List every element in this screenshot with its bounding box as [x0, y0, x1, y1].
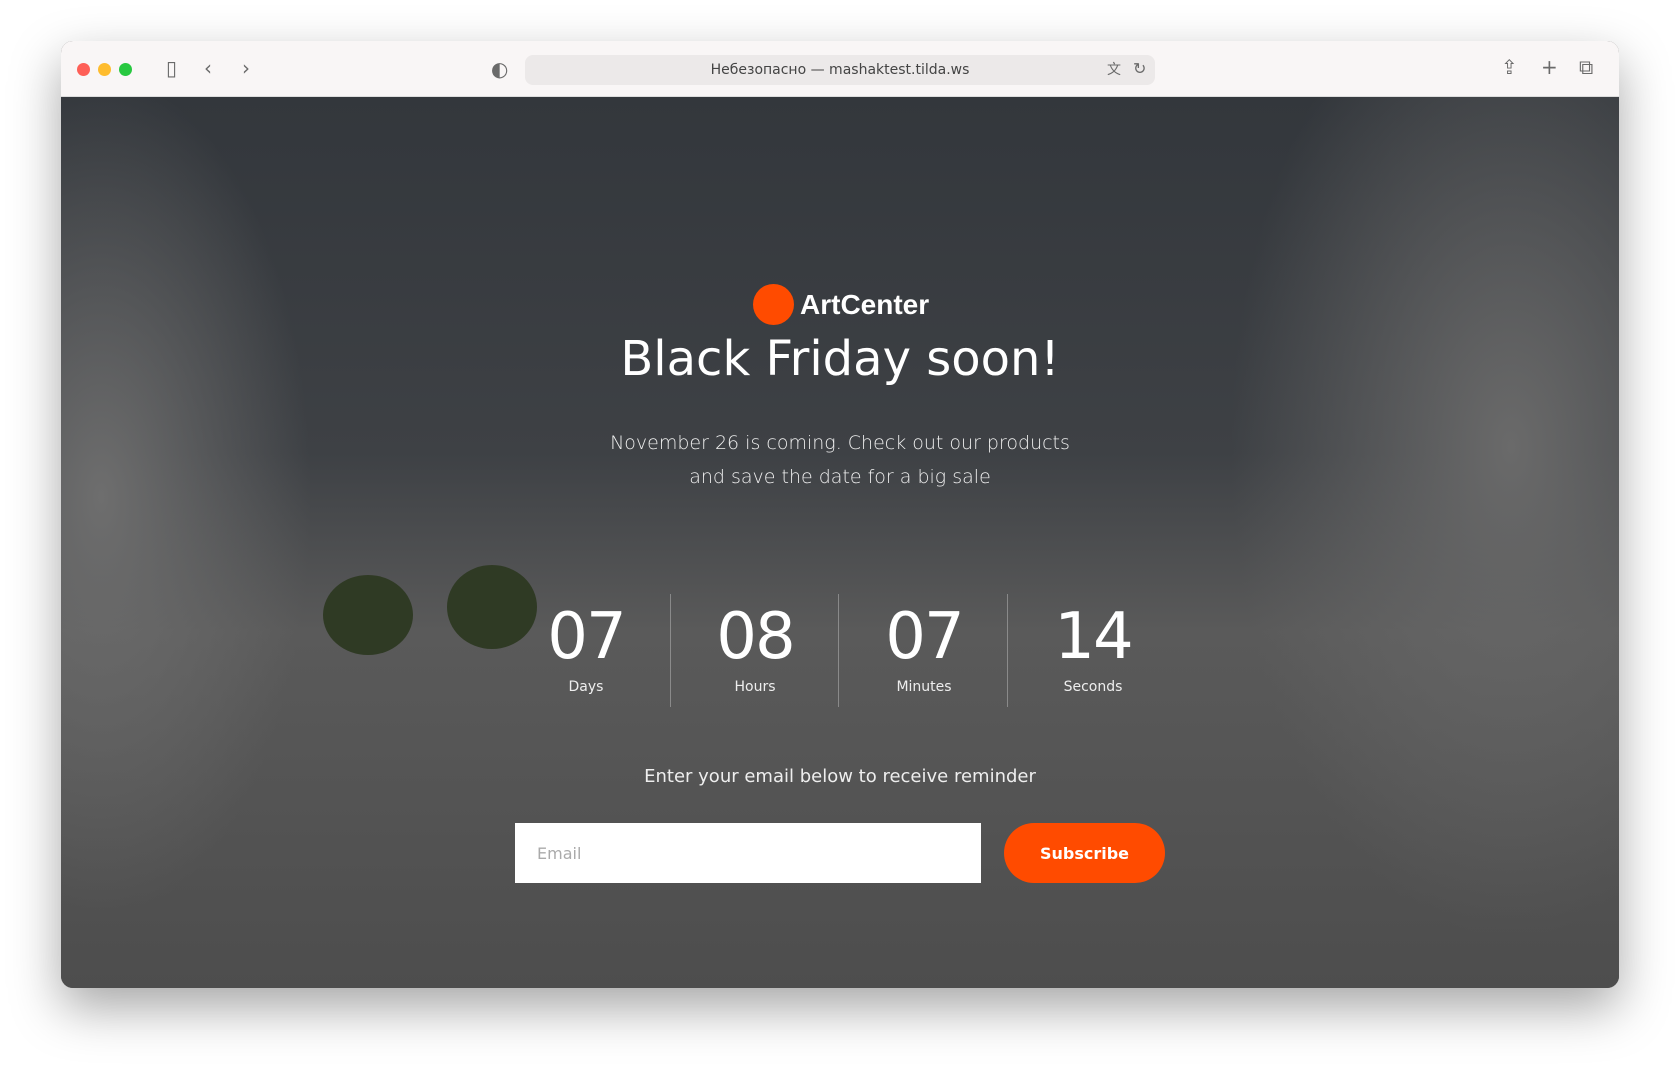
logo[interactable]: ArtCenter: [753, 284, 929, 325]
reload-icon[interactable]: ↻: [1133, 59, 1146, 79]
logo-circle-icon: [753, 284, 794, 325]
tabs-icon[interactable]: ⧉: [1579, 57, 1593, 77]
tree-image: [447, 565, 537, 649]
share-icon[interactable]: ⇪: [1501, 57, 1518, 77]
page-title: Black Friday soon!: [620, 331, 1060, 387]
days-value: 07: [547, 600, 626, 674]
tree-image: [323, 575, 413, 655]
url-text: Небезопасно — mashaktest.tilda.ws: [710, 62, 970, 78]
back-icon[interactable]: ‹: [204, 58, 212, 78]
seconds-label: Seconds: [1063, 679, 1123, 695]
minutes-value: 07: [885, 600, 964, 674]
subtitle-line: and save the date for a big sale: [689, 466, 991, 488]
shield-icon[interactable]: ◐: [491, 59, 508, 79]
browser-toolbar: ▯ ‹ › ◐ Небезопасно — mashaktest.tilda.w…: [61, 41, 1619, 97]
email-input[interactable]: [515, 823, 981, 883]
translate-icon[interactable]: 文: [1107, 60, 1121, 80]
new-tab-icon[interactable]: +: [1541, 57, 1558, 77]
maximize-window-button[interactable]: [119, 63, 132, 76]
reminder-prompt: Enter your email below to receive remind…: [644, 766, 1036, 787]
divider: [670, 594, 671, 707]
forward-icon[interactable]: ›: [242, 58, 250, 78]
sidebar-icon[interactable]: ▯: [166, 58, 177, 78]
divider: [838, 594, 839, 707]
hours-value: 08: [716, 600, 795, 674]
hero-section: ArtCenter Black Friday soon! November 26…: [61, 97, 1619, 988]
close-window-button[interactable]: [77, 63, 90, 76]
seconds-value: 14: [1054, 600, 1133, 674]
subtitle-line: November 26 is coming. Check out our pro…: [610, 432, 1070, 454]
subtitle: November 26 is coming. Check out our pro…: [610, 426, 1070, 494]
minutes-label: Minutes: [896, 679, 952, 695]
browser-window: ▯ ‹ › ◐ Небезопасно — mashaktest.tilda.w…: [61, 41, 1619, 988]
minimize-window-button[interactable]: [98, 63, 111, 76]
hours-label: Hours: [734, 679, 776, 695]
logo-text: ArtCenter: [800, 288, 930, 320]
subscribe-button[interactable]: Subscribe: [1004, 823, 1165, 883]
days-label: Days: [568, 679, 604, 695]
divider: [1007, 594, 1008, 707]
address-bar[interactable]: Небезопасно — mashaktest.tilda.ws: [525, 55, 1155, 85]
